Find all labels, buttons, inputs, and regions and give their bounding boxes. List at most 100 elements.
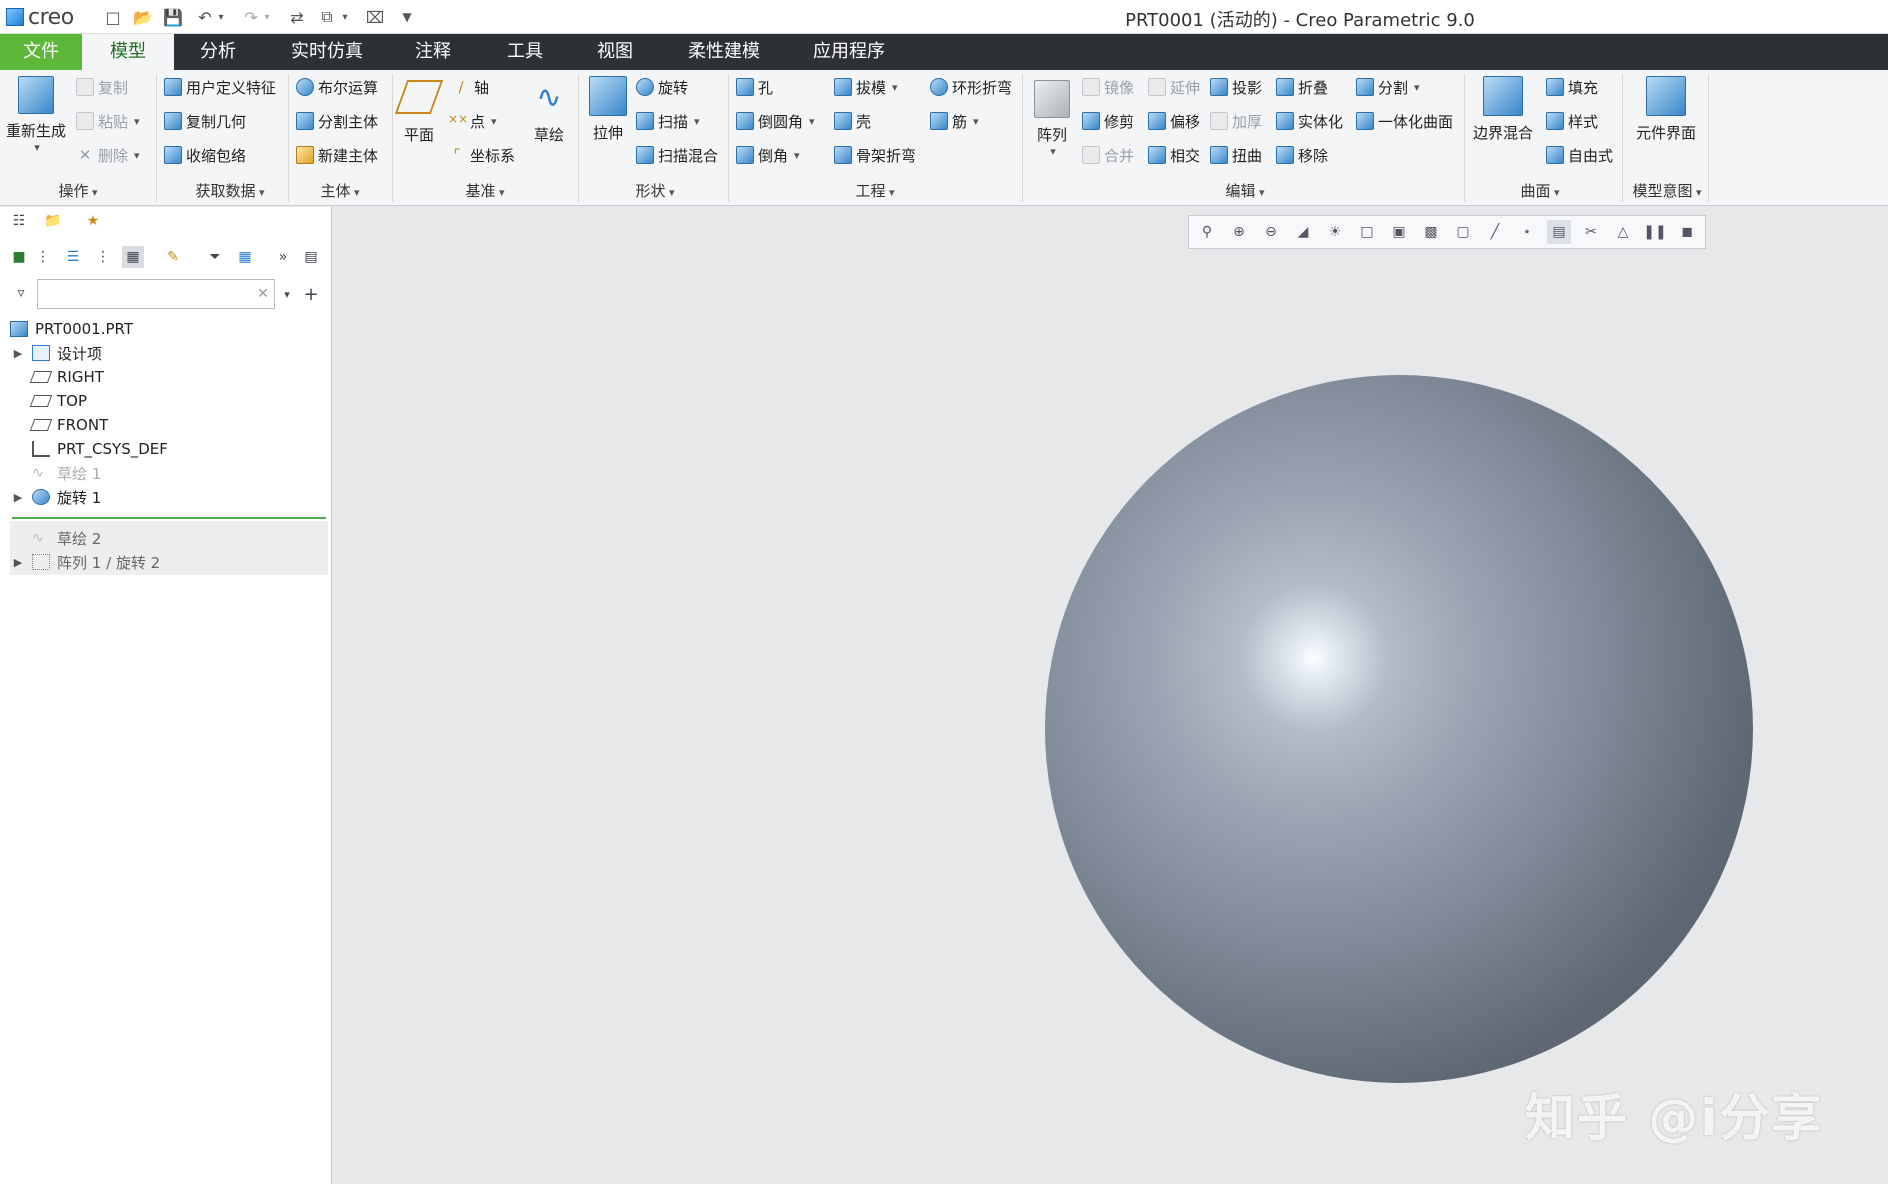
saved-orientations-icon[interactable]: □ (1355, 220, 1379, 244)
add-filter-icon[interactable]: + (300, 283, 322, 305)
merge-button[interactable]: 合并 (1082, 142, 1134, 168)
folder-browser-tab-icon[interactable]: 📁 (42, 210, 64, 232)
group-label-surfaces[interactable]: 曲面 (1500, 180, 1580, 201)
regenerate-icon[interactable]: ⇄ (284, 4, 310, 30)
undo-dropdown-icon[interactable]: ▾ (214, 4, 228, 30)
tree-filter-options-icon[interactable]: ⏷ (204, 246, 226, 268)
tab-file[interactable]: 文件 (0, 34, 82, 70)
point-button[interactable]: ×× 点 ▾ (448, 108, 497, 134)
section-icon[interactable]: ▢ (1451, 220, 1475, 244)
group-label-model-intent[interactable]: 模型意图 (1622, 180, 1712, 201)
tree-item-csys[interactable]: PRT_CSYS_DEF (10, 437, 168, 461)
sketcher-display-icon[interactable]: ✂ (1579, 220, 1603, 244)
group-label-operations[interactable]: 操作 (30, 180, 126, 201)
tree-item-front-plane[interactable]: FRONT (10, 413, 108, 437)
zoom-in-icon[interactable]: ⊕ (1227, 220, 1251, 244)
sketch-button[interactable]: ∿ 草绘 (528, 80, 570, 145)
tab-view[interactable]: 视图 (574, 34, 656, 70)
udf-button[interactable]: 用户定义特征 (164, 74, 276, 100)
regenerate-dropdown-icon[interactable]: ▾ (34, 141, 40, 154)
intersect-button[interactable]: 相交 (1148, 142, 1200, 168)
tree-item-revolve-1[interactable]: ▶ 旋转 1 (10, 485, 102, 509)
hole-button[interactable]: 孔 (736, 74, 773, 100)
remove-button[interactable]: 移除 (1276, 142, 1328, 168)
chamfer-button[interactable]: 倒角 ▾ (736, 142, 800, 168)
trim-button[interactable]: 修剪 (1082, 108, 1134, 134)
display-style-icon[interactable]: ☀ (1323, 220, 1347, 244)
insert-here-marker[interactable] (12, 517, 326, 519)
mirror-button[interactable]: 镜像 (1082, 74, 1134, 100)
windows-dropdown-icon[interactable]: ▾ (338, 4, 352, 30)
pattern-button[interactable]: 阵列 ▾ (1030, 80, 1074, 158)
tree-item-top-plane[interactable]: TOP (10, 389, 87, 413)
filter-dropdown-icon[interactable]: ▾ (276, 283, 298, 305)
solidify-button[interactable]: 实体化 (1276, 108, 1343, 134)
round-button[interactable]: 倒圆角 ▾ (736, 108, 815, 134)
tab-applications[interactable]: 应用程序 (794, 34, 904, 70)
repaint-icon[interactable]: ◢ (1291, 220, 1315, 244)
sphere-model[interactable] (1045, 375, 1753, 1083)
expand-icon[interactable]: ▶ (10, 556, 26, 569)
group-label-body[interactable]: 主体 (300, 180, 380, 201)
offset-button[interactable]: 偏移 (1148, 108, 1200, 134)
swept-blend-button[interactable]: 扫描混合 (636, 142, 718, 168)
regenerate-button[interactable]: 重新生成 ▾ (4, 76, 68, 154)
sweep-button[interactable]: 扫描 ▾ (636, 108, 700, 134)
fold-button[interactable]: 折叠 (1276, 74, 1328, 100)
tree-settings-icon[interactable]: ☰ (62, 246, 84, 268)
shrinkwrap-button[interactable]: 收缩包络 (164, 142, 246, 168)
clear-filter-icon[interactable]: ✕ (252, 283, 274, 305)
copy-button[interactable]: 复制 (76, 74, 128, 100)
boolean-button[interactable]: 布尔运算 (296, 74, 378, 100)
tree-item-part[interactable]: PRT0001.PRT (10, 317, 133, 341)
tree-filters-icon[interactable]: ⋮ (92, 246, 114, 268)
pause-icon[interactable]: ❚❚ (1643, 220, 1667, 244)
group-label-editing[interactable]: 编辑 (1200, 180, 1290, 201)
tree-item-design-items[interactable]: ▶ 设计项 (10, 341, 102, 365)
tree-item-sketch-2[interactable]: ∿ 草绘 2 (10, 526, 101, 550)
rib-button[interactable]: 筋 ▾ (930, 108, 979, 134)
split-button[interactable]: 分割 ▾ (1356, 74, 1420, 100)
favorites-tab-icon[interactable]: ★ (82, 210, 104, 232)
new-icon[interactable]: □ (100, 4, 126, 30)
refit-icon[interactable]: ⚲ (1195, 220, 1219, 244)
tree-item-right-plane[interactable]: RIGHT (10, 365, 104, 389)
annotation-display-icon[interactable]: ⋆ (1515, 220, 1539, 244)
csys-button[interactable]: ⌜ 坐标系 (448, 142, 515, 168)
tree-columns-icon[interactable]: ▦ (122, 246, 144, 268)
group-label-shapes[interactable]: 形状 (610, 180, 700, 201)
twist-button[interactable]: 扭曲 (1210, 142, 1262, 168)
tree-layout-icon[interactable]: ▦ (234, 246, 256, 268)
stop-icon[interactable]: ◼ (1675, 220, 1699, 244)
tab-live-simulation[interactable]: 实时仿真 (272, 34, 382, 70)
zoom-out-icon[interactable]: ⊖ (1259, 220, 1283, 244)
draft-button[interactable]: 拔模 ▾ (834, 74, 898, 100)
windows-icon[interactable]: ⧉ (314, 4, 340, 30)
paste-button[interactable]: 粘贴 ▾ (76, 108, 140, 134)
tree-item-pattern-1[interactable]: ▶ 阵列 1 / 旋转 2 (10, 550, 160, 574)
perspective-icon[interactable]: ▩ (1419, 220, 1443, 244)
close-window-icon[interactable]: ⌧ (362, 4, 388, 30)
unify-button[interactable]: 一体化曲面 (1356, 108, 1453, 134)
view-manager-icon[interactable]: ▣ (1387, 220, 1411, 244)
spinal-bend-button[interactable]: 骨架折弯 (834, 142, 916, 168)
thicken-button[interactable]: 加厚 (1210, 108, 1262, 134)
group-label-engineering[interactable]: 工程 (830, 180, 920, 201)
plane-button[interactable]: 平面 (394, 80, 444, 145)
more-icon[interactable]: » (272, 246, 294, 268)
group-label-datum[interactable]: 基准 (440, 180, 530, 201)
fill-button[interactable]: 填充 (1546, 74, 1598, 100)
tree-item-sketch-1[interactable]: ∿ 草绘 1 (10, 461, 101, 485)
spin-center-icon[interactable]: ▤ (1547, 220, 1571, 244)
delete-button[interactable]: ✕ 删除 ▾ (76, 142, 140, 168)
new-body-button[interactable]: 新建主体 (296, 142, 378, 168)
model-tree-tab-icon[interactable]: ☷ (8, 210, 30, 232)
tab-model[interactable]: 模型 (82, 34, 174, 70)
customize-toolbar-icon[interactable]: ▼ (394, 4, 420, 30)
tab-analysis[interactable]: 分析 (174, 34, 262, 70)
toroidal-bend-button[interactable]: 环形折弯 (930, 74, 1012, 100)
show-icon[interactable]: ✎ (162, 246, 184, 268)
model-display-icon[interactable]: ■ (8, 246, 30, 268)
split-body-button[interactable]: 分割主体 (296, 108, 378, 134)
copy-geometry-button[interactable]: 复制几何 (164, 108, 246, 134)
